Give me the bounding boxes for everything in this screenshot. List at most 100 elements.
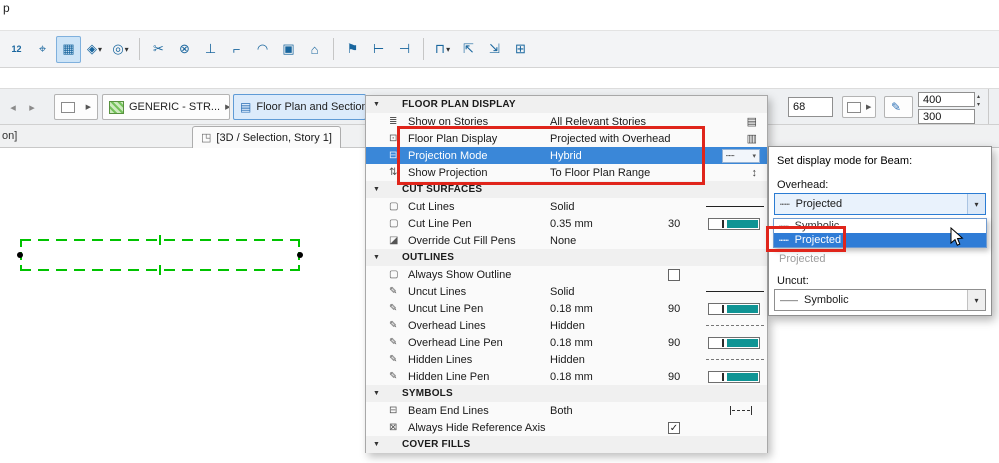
beam-width-field[interactable] (918, 92, 975, 107)
tab-partial-text: on] (2, 130, 18, 142)
panel-section-header[interactable]: ▼ FLOOR PLAN DISPLAY (366, 96, 767, 113)
pen-color-bar[interactable] (708, 217, 760, 230)
stepper-down-icon: ▾ (977, 102, 981, 108)
circle-tool-icon: ◎ (112, 41, 124, 56)
panel-row[interactable]: ✎ Uncut Lines Solid (366, 283, 767, 300)
structure-preset-button[interactable]: GENERIC - STR... ▶ (102, 94, 230, 120)
corner-button[interactable]: ⌐ (224, 36, 249, 63)
panel-row[interactable]: ⊟ Beam End Lines Both (366, 402, 767, 419)
panel-section-header[interactable]: ▼ CUT SURFACES (366, 181, 767, 198)
edit-dimensions-button[interactable]: ✎ (884, 96, 913, 118)
forward-button[interactable]: ▸ (23, 98, 41, 117)
pen-marker (722, 219, 724, 228)
grid-snap-button[interactable]: ▦ (56, 35, 81, 63)
panel-row[interactable]: ✎ Overhead Line Pen 0.18 mm 90 (366, 334, 767, 351)
exterior-dimension-button[interactable]: ⊢ (366, 36, 391, 63)
width-stepper[interactable]: ▴ ▾ (977, 94, 980, 108)
flag-button[interactable]: ⚑ (340, 36, 365, 63)
overhead-combo[interactable]: ┅┅ Projected ▾ (774, 193, 986, 215)
panel-section-header[interactable]: ▼ COVER FILLS (366, 436, 767, 453)
dotted-line-icon: ┅┅ (779, 221, 789, 231)
row-value: 0.18 mm (550, 370, 593, 383)
panel-row[interactable]: ▢ Always Show Outline (366, 266, 767, 283)
row-value: 0.18 mm (550, 336, 593, 349)
uncut-combo-value: Symbolic (804, 294, 849, 306)
figure-tool-button[interactable]: ▣ (276, 36, 301, 63)
checkbox-checked[interactable]: ✓ (668, 421, 680, 434)
end-lines-preview[interactable] (730, 406, 752, 415)
pen-color-bar[interactable] (708, 302, 760, 315)
panel-section-header[interactable]: ▼ SYMBOLS (366, 385, 767, 402)
overhead-combo-arrow[interactable]: ▾ (967, 194, 985, 214)
beam-center-tick-bottom (159, 265, 161, 275)
back-button[interactable]: ◂ (4, 98, 22, 117)
mouse-cursor (950, 226, 964, 250)
tab-3d-selection[interactable]: ◳ [3D / Selection, Story 1] (192, 126, 341, 148)
row-label: Hidden Line Pen (408, 370, 490, 383)
dropdown-arrow-icon: ▾ (446, 44, 451, 54)
beam-endpoint-left[interactable] (17, 252, 23, 258)
panel-row[interactable]: ✎ Hidden Lines Hidden (366, 351, 767, 368)
fillet-button[interactable]: ◠ (250, 36, 275, 63)
corner-icon: ⌐ (232, 41, 241, 57)
line-preview-dashed[interactable] (706, 325, 764, 326)
marquee-button[interactable]: ⌖ (30, 36, 55, 63)
blank-fill-icon (847, 101, 861, 113)
measure-tool-button[interactable]: ⊓ ▾ (430, 36, 455, 63)
section-collapse-icon: ▼ (373, 186, 380, 193)
uncut-combo-arrow[interactable]: ▾ (967, 290, 985, 310)
projection-mode-combo[interactable]: ┅┅ ▾ (722, 148, 760, 163)
pen-color-bar[interactable] (708, 336, 760, 349)
panel-row[interactable]: ▢ Cut Lines Solid (366, 198, 767, 215)
pen-number-field[interactable] (788, 97, 833, 117)
panel-row[interactable]: ▢ Cut Line Pen 0.35 mm 30 (366, 215, 767, 232)
intersect-button[interactable]: ⊗ (172, 36, 197, 63)
panel-settings-icon: ▤ (240, 100, 252, 114)
circle-tool-button[interactable]: ◎ ▾ (108, 36, 133, 63)
panel-row[interactable]: ⊡ Floor Plan Display Projected with Overhe… (366, 130, 767, 147)
pen-color-bar[interactable] (708, 370, 760, 383)
forward-icon: ▸ (29, 102, 35, 114)
floor-plan-section-label: Floor Plan and Section... (256, 101, 366, 113)
panel-row[interactable]: ⇅ Show Projection To Floor Plan Range ↕ (366, 164, 767, 181)
line-preview[interactable] (706, 291, 764, 292)
stories-settings-icon[interactable]: ▤ (747, 115, 757, 128)
panel-row[interactable]: ⊟ Projection Mode Hybrid ┅┅ ▾ (366, 147, 767, 164)
row-value: None (550, 234, 577, 247)
main-toolbar: 12 ⌖ ▦ ◈ ▾ ◎ ▾ ✂ ⊗ ⊥ ⌐ ◠ ▣ ⌂ ⚑ ⊢ ⊣ ⊓ ▾ ⇱ ⇲ ⊞ (0, 30, 999, 68)
row-label: Uncut Lines (408, 285, 467, 298)
beam-height-field[interactable] (918, 109, 975, 124)
beam-endpoint-right[interactable] (297, 252, 303, 258)
pick-up-settings-button[interactable]: ⇱ (456, 36, 481, 63)
checkbox[interactable] (668, 268, 680, 281)
interior-dimension-button[interactable]: ⊣ (392, 36, 417, 63)
split-button[interactable]: ✂ (146, 36, 171, 63)
row-label: Projection Mode (408, 149, 488, 162)
row-control-area: ▤ (706, 115, 767, 128)
default-element-button[interactable]: ▶ (54, 94, 98, 120)
grid-system-button[interactable]: ⊞ (508, 36, 533, 63)
fill-preset-button[interactable]: ▶ (842, 96, 876, 118)
panel-row[interactable]: ✎ Overhead Lines Hidden (366, 317, 767, 334)
inject-settings-button[interactable]: ⇲ (482, 36, 507, 63)
panel-row[interactable]: ◪ Override Cut Fill Pens None (366, 232, 767, 249)
uncut-combo[interactable]: —— Symbolic ▾ (774, 289, 986, 311)
display-settings-icon[interactable]: ▥ (747, 132, 757, 145)
row-label: Always Hide Reference Axis (408, 421, 546, 434)
panel-row[interactable]: ≣ Show on Stories All Relevant Stories ▤ (366, 113, 767, 130)
panel-row[interactable]: ✎ Hidden Line Pen 0.18 mm 90 (366, 368, 767, 385)
home-story-button[interactable]: ⌂ (302, 36, 327, 63)
projection-range-icon[interactable]: ↕ (752, 167, 758, 179)
floor-plan-section-button[interactable]: ▤ Floor Plan and Section... ▶ (233, 94, 366, 120)
line-preview-dashed[interactable] (706, 359, 764, 360)
line-preview[interactable] (706, 206, 764, 207)
elevation-button[interactable]: ⊥ (198, 36, 223, 63)
panel-section-header[interactable]: ▼ OUTLINES (366, 249, 767, 266)
dimension-style-button[interactable]: 12 (4, 36, 29, 63)
cutaway-view-button[interactable]: ◈ ▾ (82, 36, 107, 63)
beam-element[interactable] (20, 235, 300, 275)
panel-row[interactable]: ✎ Uncut Line Pen 0.18 mm 90 (366, 300, 767, 317)
panel-row[interactable]: ⊠ Always Hide Reference Axis ✓ (366, 419, 767, 436)
grid-system-icon: ⊞ (515, 41, 526, 56)
flag-icon: ⚑ (346, 41, 359, 56)
